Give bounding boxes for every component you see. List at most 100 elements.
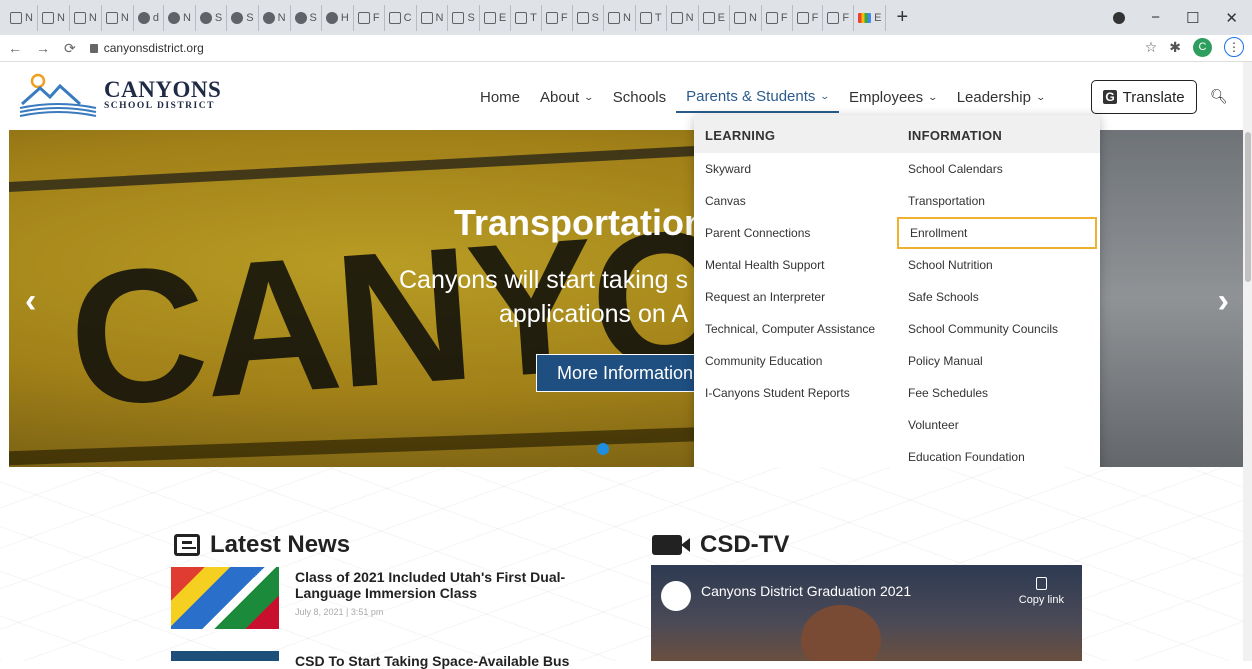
extensions-icon[interactable]: ✱ <box>1169 39 1181 56</box>
nav-about[interactable]: About ⌄ <box>530 83 603 112</box>
browser-tab[interactable]: N <box>164 4 196 31</box>
logo-subtitle: SCHOOL DISTRICT <box>104 101 215 111</box>
nav-home[interactable]: Home <box>470 83 530 112</box>
nav-parents-students[interactable]: Parents & Students ⌄ <box>676 82 839 113</box>
menu-item-parent-connections[interactable]: Parent Connections <box>694 217 897 249</box>
browser-tab[interactable]: F <box>762 4 793 31</box>
tab-favicon-icon <box>10 11 22 24</box>
menu-item-skyward[interactable]: Skyward <box>694 153 897 185</box>
browser-tab[interactable]: N <box>6 4 38 31</box>
browser-tab[interactable]: S <box>196 4 228 31</box>
browser-tab[interactable]: N <box>604 4 636 31</box>
browser-tab[interactable]: F <box>823 4 855 31</box>
video-player[interactable]: Canyons District Graduation 2021 Copy li… <box>651 565 1082 661</box>
csd-tv-heading: CSD-TV <box>652 531 789 559</box>
menu-item-tech-assistance[interactable]: Technical, Computer Assistance <box>694 313 897 345</box>
forward-icon[interactable]: → <box>36 40 50 56</box>
tab-label: F <box>780 11 788 24</box>
new-tab-button[interactable]: + <box>896 6 908 29</box>
browser-menu-icon[interactable]: ⋮ <box>1224 37 1244 57</box>
more-information-button[interactable]: More Information <box>536 354 706 392</box>
browser-tab[interactable]: N <box>102 4 134 31</box>
menu-item-policy-manual[interactable]: Policy Manual <box>897 345 1100 377</box>
browser-tab[interactable]: F <box>793 4 824 31</box>
browser-tab[interactable]: E <box>699 4 730 31</box>
hero-subtitle-2: applications on A <box>499 300 689 328</box>
browser-tab[interactable]: F <box>542 4 573 31</box>
nav-label: Schools <box>612 89 667 106</box>
tab-favicon-icon <box>858 12 872 23</box>
menu-item-student-reports[interactable]: I-Canyons Student Reports <box>694 377 897 409</box>
video-title[interactable]: Canyons District Graduation 2021 <box>701 583 911 599</box>
tab-favicon-icon <box>73 11 86 24</box>
browser-tab[interactable]: E <box>854 4 887 31</box>
browser-tab[interactable]: E <box>480 4 512 31</box>
menu-item-school-calendars[interactable]: School Calendars <box>897 153 1100 185</box>
browser-tab[interactable]: N <box>38 4 70 31</box>
tab-label: H <box>340 11 349 24</box>
site-logo[interactable]: CANYONS SCHOOL DISTRICT <box>18 72 221 118</box>
nav-employees[interactable]: Employees ⌄ <box>839 83 947 112</box>
carousel-next-icon[interactable]: › <box>1218 282 1229 321</box>
browser-tab[interactable]: S <box>291 4 322 31</box>
browser-tab[interactable]: S <box>227 4 259 31</box>
scrollbar-thumb[interactable] <box>1245 132 1251 282</box>
menu-item-enrollment[interactable]: Enrollment <box>897 217 1097 249</box>
close-button[interactable]: ✕ <box>1225 9 1238 27</box>
translate-button[interactable]: G Translate <box>1091 80 1197 114</box>
menu-item-community-education[interactable]: Community Education <box>694 345 897 377</box>
menu-item-transportation[interactable]: Transportation <box>897 185 1100 217</box>
nav-leadership[interactable]: Leadership ⌄ <box>947 83 1055 112</box>
menu-item-interpreter[interactable]: Request an Interpreter <box>694 281 897 313</box>
browser-tab[interactable]: F <box>354 4 385 31</box>
browser-tab[interactable]: T <box>511 4 542 31</box>
browser-tab[interactable]: T <box>636 4 667 31</box>
search-icon[interactable]: 🔍︎ <box>1210 88 1228 105</box>
menu-item-community-councils[interactable]: School Community Councils <box>897 313 1100 345</box>
page-scrollbar[interactable] <box>1243 62 1252 661</box>
tab-label: N <box>622 11 631 24</box>
browser-tab[interactable]: N <box>70 4 102 31</box>
carousel-prev-icon[interactable]: ‹ <box>25 282 36 321</box>
menu-item-school-nutrition[interactable]: School Nutrition <box>897 249 1100 281</box>
news-thumbnail[interactable] <box>171 651 279 661</box>
browser-tab[interactable]: N <box>259 4 291 31</box>
carousel-dot[interactable] <box>597 443 609 455</box>
tab-favicon-icon <box>262 11 275 24</box>
menu-item-volunteer[interactable]: Volunteer <box>897 409 1100 441</box>
browser-tab[interactable]: N <box>730 4 762 31</box>
browser-tab[interactable]: N <box>417 4 449 31</box>
browser-tab[interactable]: H <box>322 4 354 31</box>
menu-item-fee-schedules[interactable]: Fee Schedules <box>897 377 1100 409</box>
browser-tab[interactable]: N <box>667 4 699 31</box>
tab-favicon-icon <box>670 11 683 24</box>
menu-item-mental-health[interactable]: Mental Health Support <box>694 249 897 281</box>
record-icon[interactable] <box>1113 11 1126 24</box>
bookmark-star-icon[interactable]: ☆ <box>1145 39 1158 56</box>
minimize-button[interactable]: − <box>1151 9 1160 26</box>
profile-avatar[interactable]: C <box>1193 37 1212 57</box>
copy-link-button[interactable]: Copy link <box>1019 577 1064 606</box>
dropdown-header: LEARNING INFORMATION <box>694 115 1100 153</box>
back-icon[interactable]: ← <box>8 40 22 56</box>
news-item-title[interactable]: CSD To Start Taking Space-Available Bus <box>295 653 569 669</box>
menu-item-canvas[interactable]: Canvas <box>694 185 897 217</box>
browser-tab[interactable]: C <box>385 4 417 31</box>
browser-tab[interactable]: d <box>134 4 164 31</box>
hero-subtitle: Canyons will start taking s <box>399 266 689 294</box>
translate-icon: G <box>1103 90 1117 104</box>
nav-schools[interactable]: Schools <box>603 83 676 112</box>
browser-tab[interactable]: S <box>573 4 604 31</box>
parents-students-dropdown: LEARNING INFORMATION Skyward Canvas Pare… <box>694 115 1100 473</box>
menu-item-safe-schools[interactable]: Safe Schools <box>897 281 1100 313</box>
news-date: July 8, 2021 <box>295 607 344 617</box>
news-item-title[interactable]: Class of 2021 Included Utah's First Dual… <box>295 569 585 601</box>
channel-logo[interactable] <box>661 581 691 611</box>
tab-favicon-icon <box>483 11 496 24</box>
tab-favicon-icon <box>41 11 54 24</box>
news-thumbnail[interactable] <box>171 567 279 629</box>
reload-icon[interactable]: ⟳ <box>64 40 76 57</box>
url-field[interactable]: canyonsdistrict.org <box>89 41 204 55</box>
browser-tab[interactable]: S <box>448 4 480 31</box>
maximize-button[interactable]: ☐ <box>1186 9 1199 27</box>
